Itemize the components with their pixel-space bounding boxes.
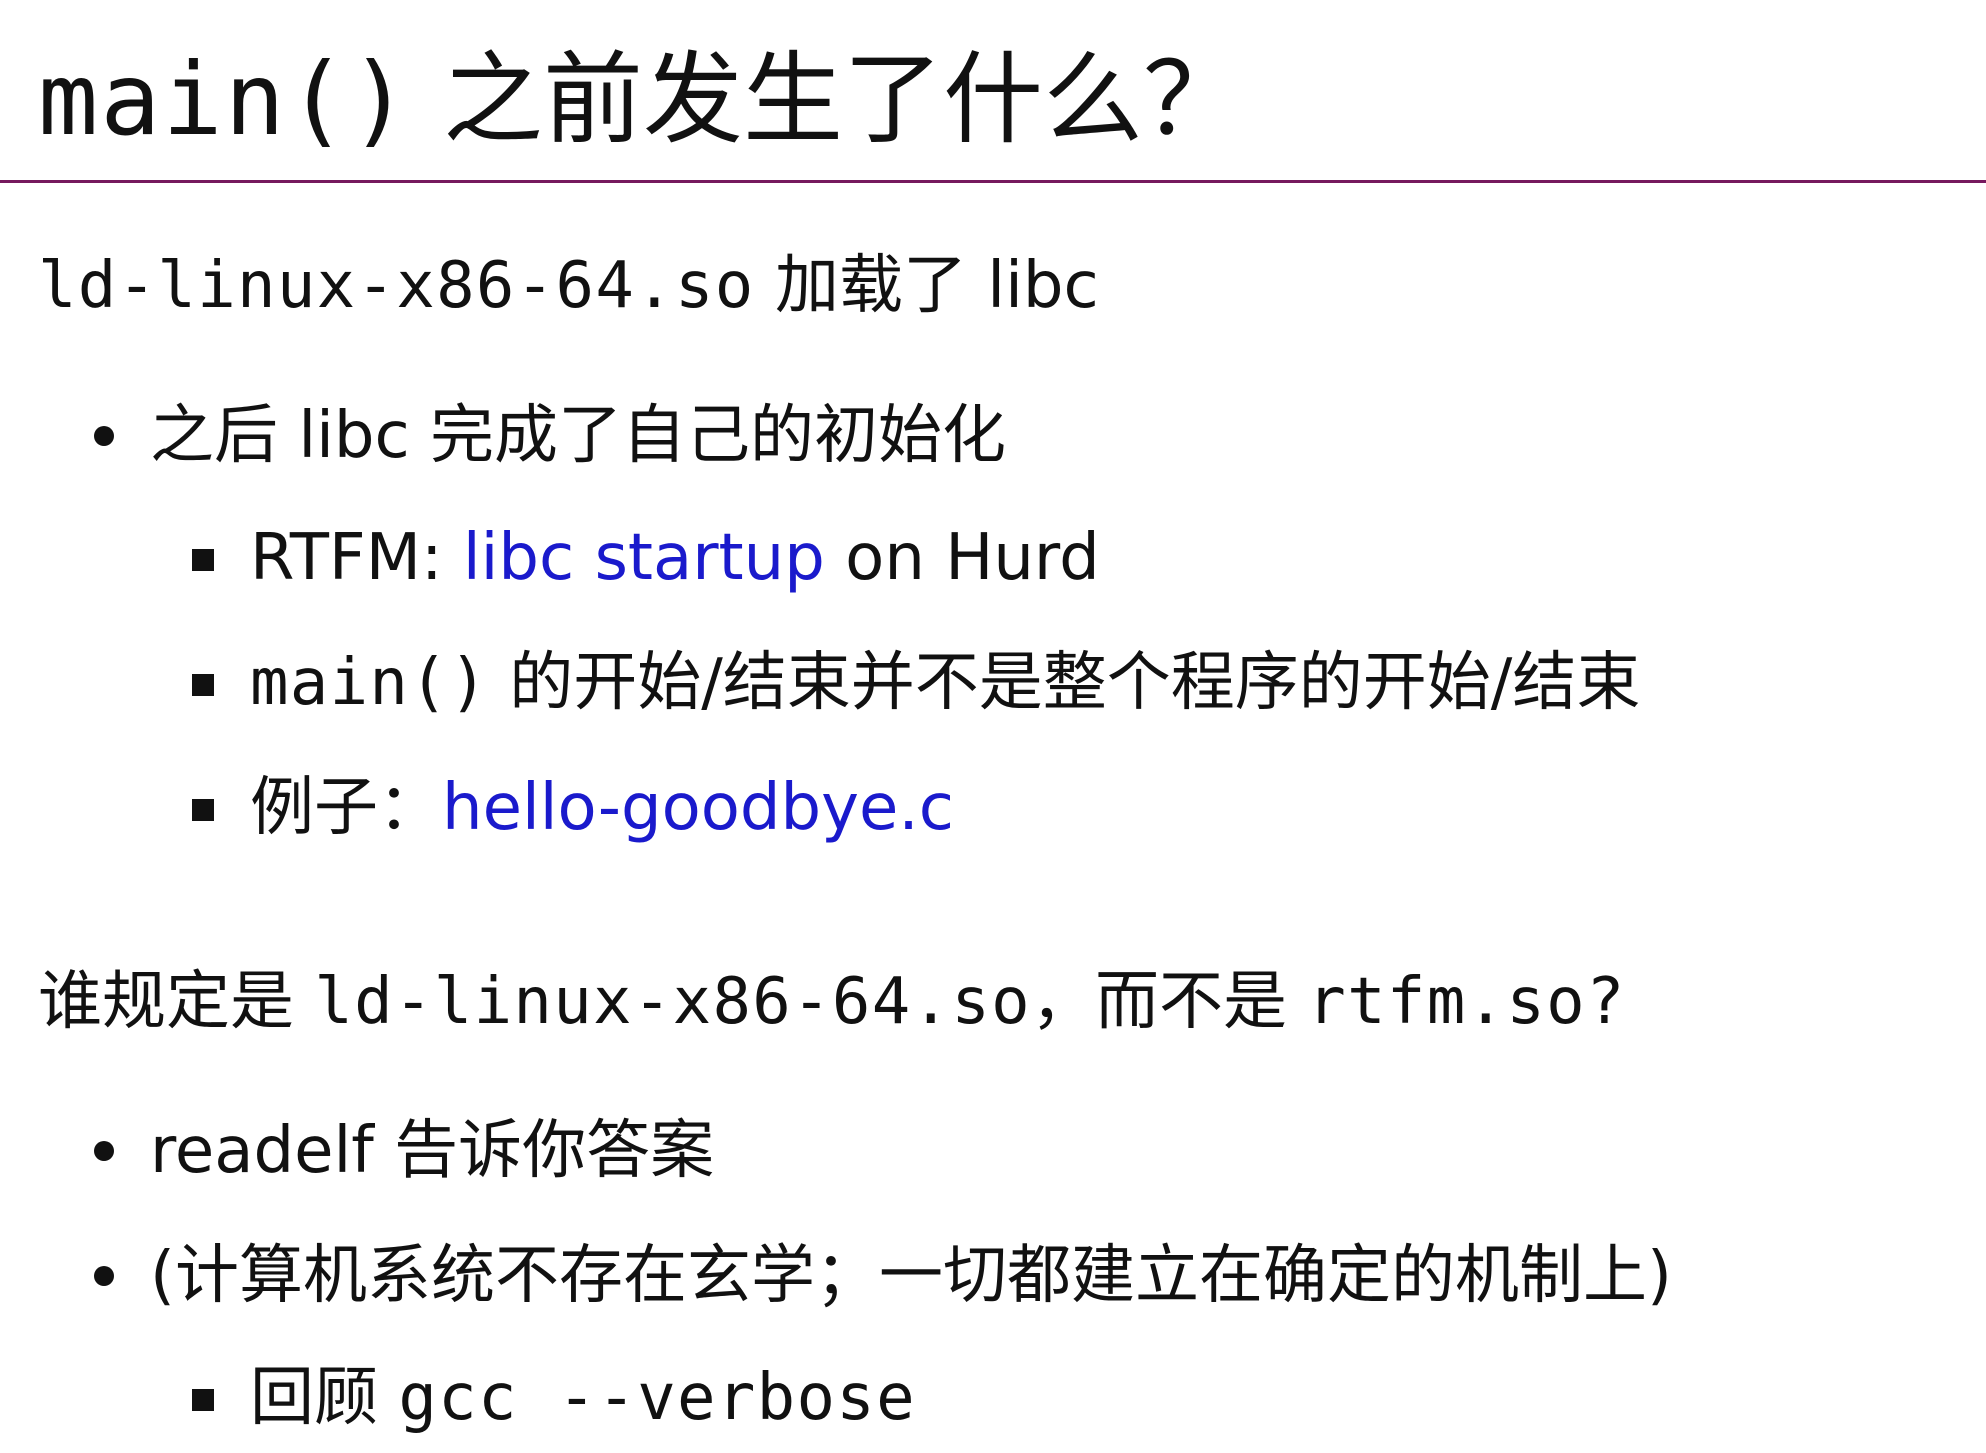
bullet-dot-icon	[94, 426, 114, 446]
section1-heading-text: 加载了 libc	[754, 249, 1099, 323]
libc-startup-link[interactable]: libc startup	[463, 521, 825, 595]
title-text: 之前发生了什么？	[411, 41, 1244, 158]
section2-bullet1: readelf 告诉你答案	[150, 1114, 715, 1188]
section2-bullet2: (计算机系统不存在玄学；一切都建立在确定的机制上)	[150, 1239, 1672, 1313]
gcc-verbose-code: gcc --verbose	[398, 1361, 916, 1435]
section2-heading-middle: ，而不是	[1030, 965, 1308, 1039]
title-divider	[0, 180, 1986, 183]
section2-heading-code2: rtfm.so	[1307, 965, 1586, 1039]
section2-heading-code1: ld-linux-x86-64.so	[314, 965, 1031, 1039]
section1-heading: ld-linux-x86-64.so 加载了 libc	[38, 246, 1099, 326]
section1-sub1: RTFM: libc startup on Hurd	[250, 518, 1100, 598]
bullet-square-icon	[192, 799, 214, 821]
example-prefix: 例子：	[250, 771, 442, 845]
slide-title: main() 之前发生了什么？	[38, 40, 1243, 160]
bullet-square-icon	[192, 549, 214, 571]
bullet-dot-icon	[94, 1141, 114, 1161]
section2-heading-suffix: ?	[1585, 965, 1626, 1039]
section1-bullet1: 之后 libc 完成了自己的初始化	[150, 399, 1007, 473]
section2-heading: 谁规定是 ld-linux-x86-64.so，而不是 rtfm.so?	[38, 962, 1626, 1042]
main-text: 的开始/结束并不是整个程序的开始/结束	[488, 646, 1641, 720]
section1-sub2: main() 的开始/结束并不是整个程序的开始/结束	[250, 643, 1640, 723]
bullet-square-icon	[192, 1389, 214, 1411]
bullet-dot-icon	[94, 1266, 114, 1286]
bullet-square-icon	[192, 674, 214, 696]
title-code: main()	[38, 41, 412, 158]
review-prefix: 回顾	[250, 1361, 399, 1435]
section2-sub1: 回顾 gcc --verbose	[250, 1358, 916, 1438]
rtfm-prefix: RTFM:	[250, 521, 463, 595]
section1-heading-code: ld-linux-x86-64.so	[38, 249, 755, 323]
hello-goodbye-link[interactable]: hello-goodbye.c	[442, 771, 954, 845]
rtfm-suffix: on Hurd	[824, 521, 1100, 595]
section1-sub3: 例子：hello-goodbye.c	[250, 768, 954, 848]
main-code: main()	[250, 646, 489, 720]
section2-heading-prefix: 谁规定是	[38, 965, 315, 1039]
